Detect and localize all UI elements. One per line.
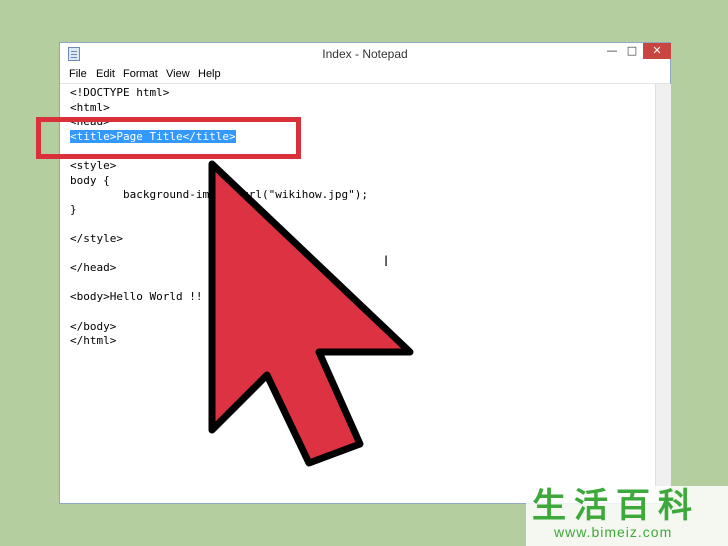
watermark: 生活百科 www.bimeiz.com: [526, 486, 728, 546]
pointer-arrow-shape: [208, 160, 414, 467]
watermark-url: www.bimeiz.com: [554, 524, 673, 540]
screenshot-stage: Index - Notepad — □ ✕ File Edit Format V…: [0, 0, 728, 546]
watermark-chars: 生活百科: [532, 486, 700, 526]
mouse-pointer-arrow-icon: [208, 160, 414, 467]
